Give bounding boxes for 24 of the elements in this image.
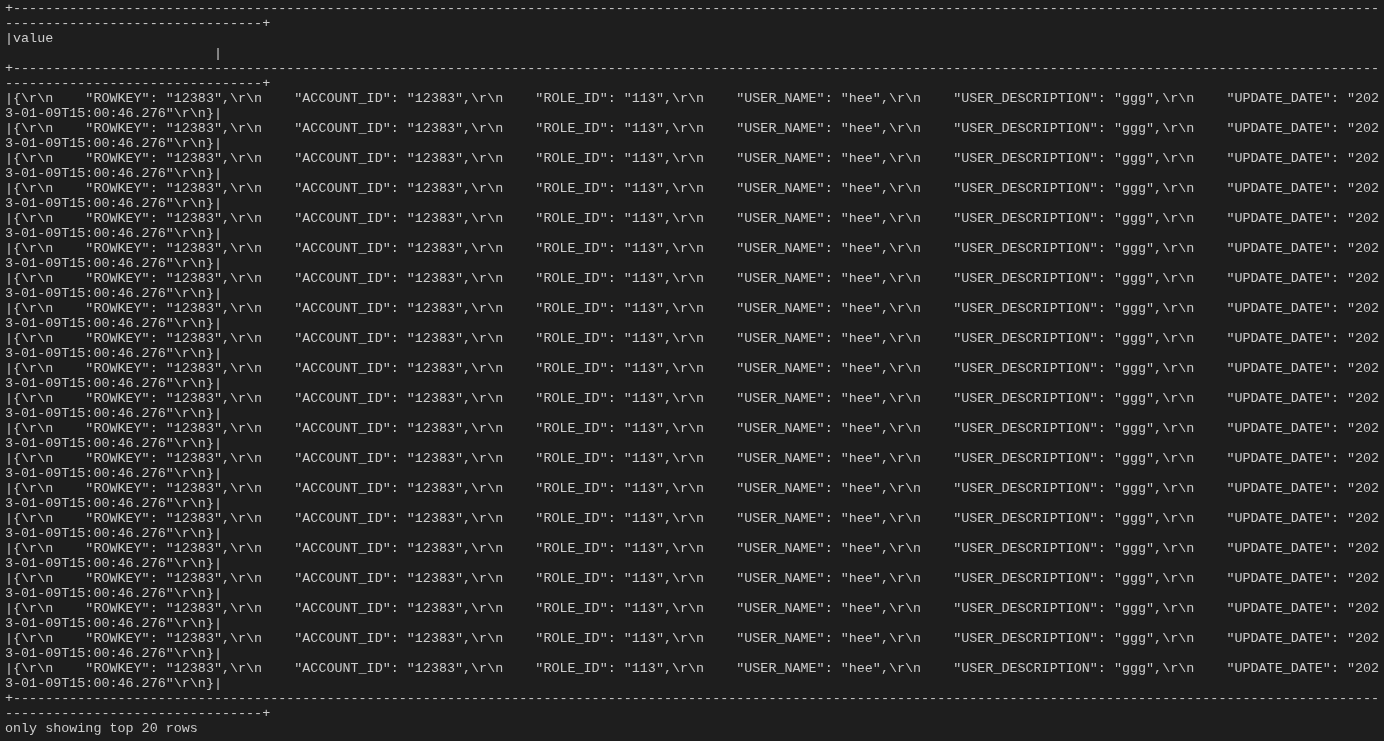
table-row: |{\r\n "ROWKEY": "12383",\r\n "ACCOUNT_ID": "12383",\r\n "ROLE_ID": "113",\r\n "USER_NAME": "hee",\r\n "USER_DESCRIPTION": "ggg",\r\n "UPDATE_DATE": "2023-01-09T15:00:46.276"\r\n}| xyxy=(5,631,1380,661)
table-row: |{\r\n "ROWKEY": "12383",\r\n "ACCOUNT_ID": "12383",\r\n "ROLE_ID": "113",\r\n "USER_NAME": "hee",\r\n "USER_DESCRIPTION": "ggg",\r\n "UPDATE_DATE": "2023-01-09T15:00:46.276"\r\n}| xyxy=(5,301,1380,331)
table-row: |{\r\n "ROWKEY": "12383",\r\n "ACCOUNT_ID": "12383",\r\n "ROLE_ID": "113",\r\n "USER_NAME": "hee",\r\n "USER_DESCRIPTION": "ggg",\r\n "UPDATE_DATE": "2023-01-09T15:00:46.276"\r\n}| xyxy=(5,331,1380,361)
table-row: |{\r\n "ROWKEY": "12383",\r\n "ACCOUNT_ID": "12383",\r\n "ROLE_ID": "113",\r\n "USER_NAME": "hee",\r\n "USER_DESCRIPTION": "ggg",\r\n "UPDATE_DATE": "2023-01-09T15:00:46.276"\r\n}| xyxy=(5,421,1380,451)
table-row: |{\r\n "ROWKEY": "12383",\r\n "ACCOUNT_ID": "12383",\r\n "ROLE_ID": "113",\r\n "USER_NAME": "hee",\r\n "USER_DESCRIPTION": "ggg",\r\n "UPDATE_DATE": "2023-01-09T15:00:46.276"\r\n}| xyxy=(5,571,1380,601)
table-row: |{\r\n "ROWKEY": "12383",\r\n "ACCOUNT_ID": "12383",\r\n "ROLE_ID": "113",\r\n "USER_NAME": "hee",\r\n "USER_DESCRIPTION": "ggg",\r\n "UPDATE_DATE": "2023-01-09T15:00:46.276"\r\n}| xyxy=(5,391,1380,421)
status-text: only showing top 20 rows xyxy=(5,721,199,736)
table-row: |{\r\n "ROWKEY": "12383",\r\n "ACCOUNT_ID": "12383",\r\n "ROLE_ID": "113",\r\n "USER_NAME": "hee",\r\n "USER_DESCRIPTION": "ggg",\r\n "UPDATE_DATE": "2023-01-09T15:00:46.276"\r\n}| xyxy=(5,511,1380,541)
table-row: |{\r\n "ROWKEY": "12383",\r\n "ACCOUNT_ID": "12383",\r\n "ROLE_ID": "113",\r\n "USER_NAME": "hee",\r\n "USER_DESCRIPTION": "ggg",\r\n "UPDATE_DATE": "2023-01-09T15:00:46.276"\r\n}| xyxy=(5,91,1380,121)
table-border: +----------------------------------------------------------------------------------------------------------------------------------------------------------------------------------------------------------+ xyxy=(5,61,1380,91)
table-row: |{\r\n "ROWKEY": "12383",\r\n "ACCOUNT_ID": "12383",\r\n "ROLE_ID": "113",\r\n "USER_NAME": "hee",\r\n "USER_DESCRIPTION": "ggg",\r\n "UPDATE_DATE": "2023-01-09T15:00:46.276"\r\n}| xyxy=(5,121,1380,151)
table-row: |{\r\n "ROWKEY": "12383",\r\n "ACCOUNT_ID": "12383",\r\n "ROLE_ID": "113",\r\n "USER_NAME": "hee",\r\n "USER_DESCRIPTION": "ggg",\r\n "UPDATE_DATE": "2023-01-09T15:00:46.276"\r\n}| xyxy=(5,151,1380,181)
table-row: |{\r\n "ROWKEY": "12383",\r\n "ACCOUNT_ID": "12383",\r\n "ROLE_ID": "113",\r\n "USER_NAME": "hee",\r\n "USER_DESCRIPTION": "ggg",\r\n "UPDATE_DATE": "2023-01-09T15:00:46.276"\r\n}| xyxy=(5,541,1380,571)
table-row: |{\r\n "ROWKEY": "12383",\r\n "ACCOUNT_ID": "12383",\r\n "ROLE_ID": "113",\r\n "USER_NAME": "hee",\r\n "USER_DESCRIPTION": "ggg",\r\n "UPDATE_DATE": "2023-01-09T15:00:46.276"\r\n}| xyxy=(5,361,1380,391)
table-row: |{\r\n "ROWKEY": "12383",\r\n "ACCOUNT_ID": "12383",\r\n "ROLE_ID": "113",\r\n "USER_NAME": "hee",\r\n "USER_DESCRIPTION": "ggg",\r\n "UPDATE_DATE": "2023-01-09T15:00:46.276"\r\n}| xyxy=(5,481,1380,511)
table-row: |{\r\n "ROWKEY": "12383",\r\n "ACCOUNT_ID": "12383",\r\n "ROLE_ID": "113",\r\n "USER_NAME": "hee",\r\n "USER_DESCRIPTION": "ggg",\r\n "UPDATE_DATE": "2023-01-09T15:00:46.276"\r\n}| xyxy=(5,211,1380,241)
table-row: |{\r\n "ROWKEY": "12383",\r\n "ACCOUNT_ID": "12383",\r\n "ROLE_ID": "113",\r\n "USER_NAME": "hee",\r\n "USER_DESCRIPTION": "ggg",\r\n "UPDATE_DATE": "2023-01-09T15:00:46.276"\r\n}| xyxy=(5,181,1380,211)
table-header: |value | xyxy=(5,31,223,61)
table-row: |{\r\n "ROWKEY": "12383",\r\n "ACCOUNT_ID": "12383",\r\n "ROLE_ID": "113",\r\n "USER_NAME": "hee",\r\n "USER_DESCRIPTION": "ggg",\r\n "UPDATE_DATE": "2023-01-09T15:00:46.276"\r\n}| xyxy=(5,661,1380,691)
table-row: |{\r\n "ROWKEY": "12383",\r\n "ACCOUNT_ID": "12383",\r\n "ROLE_ID": "113",\r\n "USER_NAME": "hee",\r\n "USER_DESCRIPTION": "ggg",\r\n "UPDATE_DATE": "2023-01-09T15:00:46.276"\r\n}| xyxy=(5,601,1380,631)
table-row: |{\r\n "ROWKEY": "12383",\r\n "ACCOUNT_ID": "12383",\r\n "ROLE_ID": "113",\r\n "USER_NAME": "hee",\r\n "USER_DESCRIPTION": "ggg",\r\n "UPDATE_DATE": "2023-01-09T15:00:46.276"\r\n}| xyxy=(5,451,1380,481)
table-row: |{\r\n "ROWKEY": "12383",\r\n "ACCOUNT_ID": "12383",\r\n "ROLE_ID": "113",\r\n "USER_NAME": "hee",\r\n "USER_DESCRIPTION": "ggg",\r\n "UPDATE_DATE": "2023-01-09T15:00:46.276"\r\n}| xyxy=(5,271,1380,301)
table-row: |{\r\n "ROWKEY": "12383",\r\n "ACCOUNT_ID": "12383",\r\n "ROLE_ID": "113",\r\n "USER_NAME": "hee",\r\n "USER_DESCRIPTION": "ggg",\r\n "UPDATE_DATE": "2023-01-09T15:00:46.276"\r\n}| xyxy=(5,241,1380,271)
table-border: +----------------------------------------------------------------------------------------------------------------------------------------------------------------------------------------------------------+ xyxy=(5,1,1380,31)
